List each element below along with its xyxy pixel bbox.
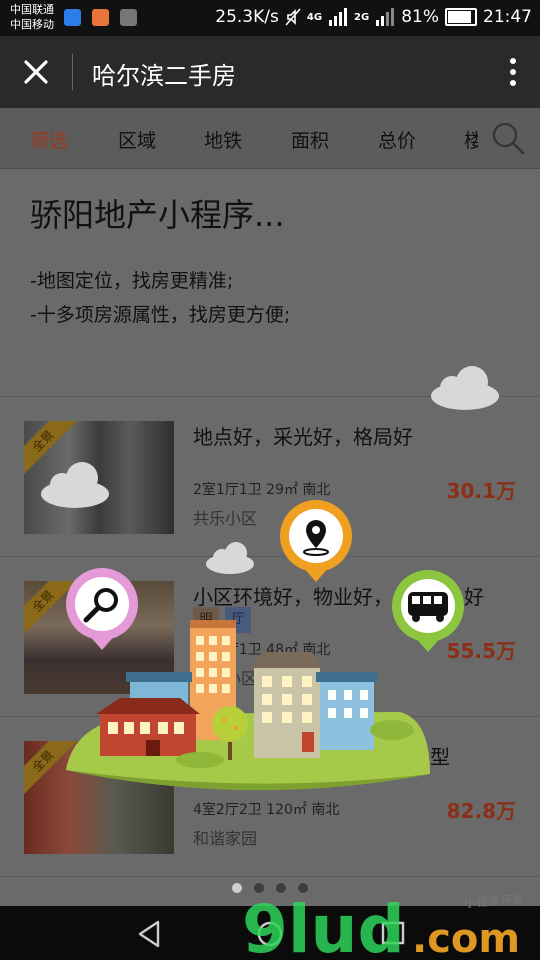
battery-percent: 81% bbox=[401, 7, 439, 27]
filter-tab-price[interactable]: 总价 bbox=[378, 126, 416, 153]
promo-line-1: -地图定位，找房更精准; bbox=[30, 270, 234, 292]
listing-spec: 4室2厅2卫 120㎡ 南北 bbox=[193, 802, 340, 818]
listing-title-tail: 好 bbox=[464, 585, 484, 609]
more-options-icon[interactable] bbox=[506, 54, 520, 90]
listing-community: 骄阳小区 bbox=[193, 669, 258, 688]
close-icon[interactable] bbox=[18, 54, 54, 90]
maps-app-icon bbox=[64, 9, 81, 26]
listing-photo: 全景 bbox=[24, 421, 174, 534]
title-divider bbox=[72, 54, 73, 90]
title-bar: 哈尔滨二手房 bbox=[0, 36, 540, 108]
promo-line-2: -十多项房源属性，找房更方便; bbox=[30, 304, 291, 326]
listing-card[interactable]: 全景 小区环境好，物业好， 好 明 厅 2室1厅1卫 48㎡ 南北 骄阳小区 5… bbox=[0, 556, 540, 717]
carrier-2: 中国移动 bbox=[10, 18, 54, 31]
svg-text:9lud: 9lud bbox=[242, 891, 405, 960]
filter-tab-filter[interactable]: 筛选 bbox=[30, 126, 68, 153]
signal-icon-2 bbox=[376, 8, 395, 26]
listing-price: 82.8万 bbox=[446, 799, 516, 823]
listing-photo: 全景 bbox=[24, 581, 174, 694]
clock: 21:47 bbox=[483, 7, 532, 27]
listing-photo: 全景 bbox=[24, 741, 174, 854]
listing-title: 地点好，采光好，格局好 bbox=[193, 425, 413, 449]
listing-title-tail: 户型 bbox=[410, 745, 450, 769]
listing-title: 小区环境好，物业好， bbox=[193, 585, 393, 609]
listing-community: 和谐家园 bbox=[193, 829, 258, 848]
status-bar: 中国联通 中国移动 25.3K/s 4G 2G 81% 21:47 bbox=[0, 0, 540, 36]
listing-price: 30.1万 bbox=[446, 479, 516, 503]
listing-card[interactable]: 全景 户型 4室2厅2卫 120㎡ 南北 和谐家园 82.8万 bbox=[0, 716, 540, 877]
feature-badge: 厅 bbox=[225, 607, 251, 633]
filter-bar: 筛选 区域 地铁 面积 总价 楼 bbox=[0, 108, 540, 169]
listing-spec: 2室1厅1卫 48㎡ 南北 bbox=[193, 642, 331, 658]
shopping-app-icon bbox=[92, 9, 109, 26]
feature-badge: 明 bbox=[193, 607, 219, 633]
back-nav-icon[interactable] bbox=[136, 920, 162, 948]
search-icon[interactable] bbox=[490, 120, 526, 156]
filter-tab-floor[interactable]: 楼 bbox=[464, 126, 478, 153]
carrier-1: 中国联通 bbox=[10, 3, 54, 16]
carrier-info: 中国联通 中国移动 bbox=[10, 2, 54, 32]
page-title: 哈尔滨二手房 bbox=[92, 62, 236, 90]
network-type-1: 4G bbox=[306, 11, 323, 23]
filter-tab-size[interactable]: 面积 bbox=[291, 126, 329, 153]
battery-fill bbox=[448, 11, 471, 23]
gallery-app-icon bbox=[120, 9, 137, 26]
listing-price: 55.5万 bbox=[446, 639, 516, 663]
signal-icon bbox=[329, 8, 348, 26]
listing-card[interactable]: 全景 地点好，采光好，格局好 2室1厅1卫 29㎡ 南北 共乐小区 30.1万 bbox=[0, 396, 540, 557]
filter-tab-subway[interactable]: 地铁 bbox=[204, 126, 242, 153]
listing-community: 共乐小区 bbox=[193, 509, 258, 528]
mute-icon bbox=[285, 8, 301, 26]
battery-icon bbox=[445, 8, 477, 26]
network-type-2: 2G bbox=[354, 11, 370, 23]
promo-title: 骄阳地产小程序... bbox=[30, 196, 285, 234]
filter-tab-area[interactable]: 区域 bbox=[118, 126, 156, 153]
svg-text:.com: .com bbox=[412, 916, 520, 960]
listing-spec: 2室1厅1卫 29㎡ 南北 bbox=[193, 482, 331, 498]
network-speed: 25.3K/s bbox=[215, 7, 279, 27]
